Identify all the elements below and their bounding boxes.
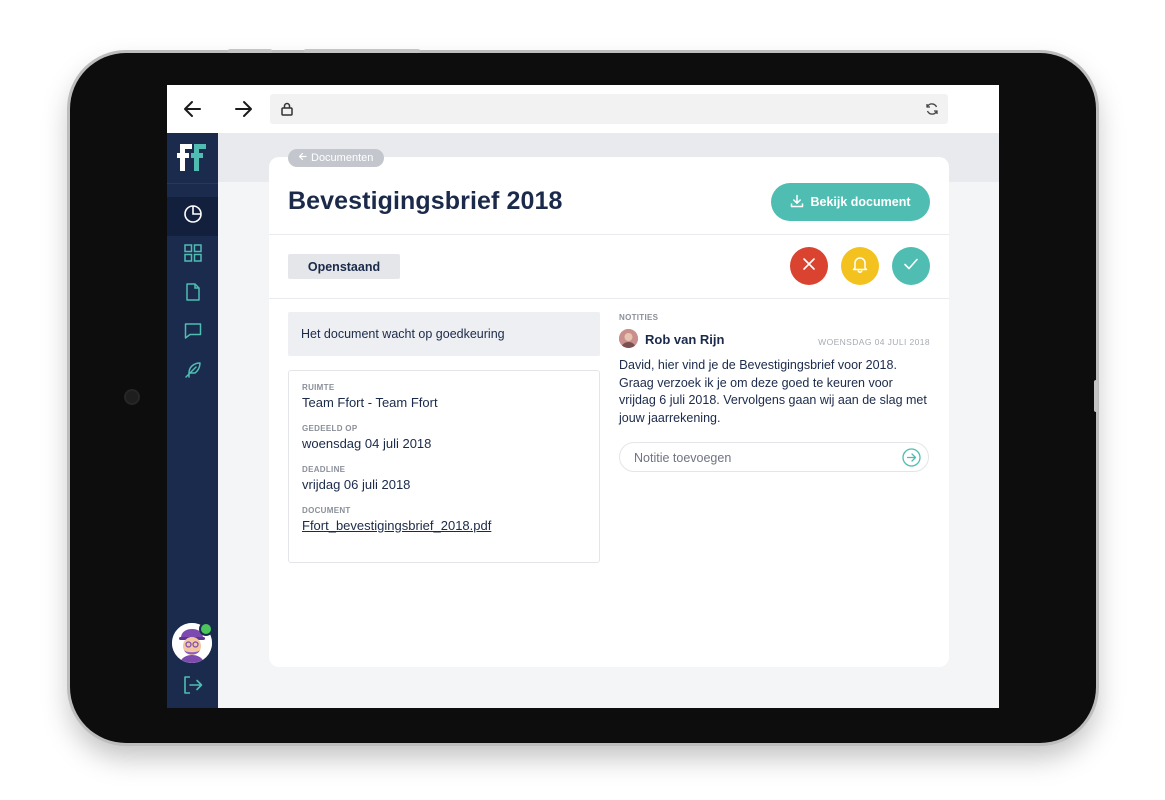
browser-bar (167, 85, 999, 133)
grid-icon (183, 243, 203, 268)
ffort-logo-icon[interactable] (177, 141, 209, 175)
note-input[interactable] (632, 447, 896, 469)
close-icon (802, 257, 816, 276)
chat-bubble-icon (183, 321, 203, 346)
lock-icon (280, 101, 294, 117)
detail-value-space: Team Ffort - Team Ffort (302, 395, 438, 410)
tablet-button-side (1094, 380, 1098, 412)
note-author: Rob van Rijn (645, 332, 725, 347)
logout-icon[interactable] (180, 673, 206, 697)
view-document-label: Bekijk document (810, 195, 911, 209)
bell-icon (851, 255, 869, 278)
status-info-box: Het document wacht op goedkeuring (288, 312, 600, 356)
sidebar-item-feather[interactable] (167, 353, 218, 392)
sidebar-item-dashboard[interactable] (167, 197, 218, 236)
notes-label: NOTITIES (619, 313, 659, 322)
header-divider (269, 234, 949, 235)
detail-value-deadline: vrijdag 06 juli 2018 (302, 477, 411, 492)
reload-icon[interactable] (924, 101, 940, 117)
detail-label-shared: GEDEELD OP (302, 424, 358, 433)
tablet-camera (126, 391, 138, 403)
note-input-container (619, 442, 929, 472)
document-details: RUIMTE Team Ffort - Team Ffort GEDEELD O… (288, 370, 600, 563)
status-badge: Openstaand (288, 254, 400, 279)
sidebar-item-spaces[interactable] (167, 236, 218, 275)
url-bar[interactable] (270, 94, 948, 124)
user-avatar[interactable] (172, 622, 213, 663)
remind-button[interactable] (841, 247, 879, 285)
tablet-button-top-1 (228, 49, 272, 53)
breadcrumb-back-button[interactable]: Documenten (288, 149, 385, 167)
detail-label-deadline: DEADLINE (302, 465, 346, 474)
online-status-dot (199, 622, 213, 636)
note-body: David, hier vind je de Bevestigingsbrief… (619, 358, 927, 425)
arrow-left-icon[interactable] (179, 97, 207, 121)
detail-value-shared: woensdag 04 juli 2018 (302, 436, 432, 451)
pie-chart-icon (183, 204, 203, 229)
document-file-link[interactable]: Ffort_bevestigingsbrief_2018.pdf (302, 518, 491, 533)
detail-value-document-wrap: Ffort_bevestigingsbrief_2018.pdf (302, 518, 586, 533)
actions-divider (269, 298, 949, 299)
download-icon (790, 194, 804, 211)
page-title: Bevestigingsbrief 2018 (288, 187, 563, 215)
document-card: Bevestigingsbrief 2018 Bekijk document O… (269, 157, 949, 667)
send-arrow-icon[interactable] (902, 448, 921, 467)
note-date: WOENSDAG 04 JULI 2018 (818, 337, 930, 347)
detail-label-document: DOCUMENT (302, 506, 351, 515)
approve-button[interactable] (892, 247, 930, 285)
tablet-button-top-2 (304, 49, 420, 53)
sidebar-item-messages[interactable] (167, 314, 218, 353)
feather-icon (183, 360, 203, 385)
sidebar (167, 133, 218, 708)
detail-label-space: RUIMTE (302, 383, 335, 392)
note-author-avatar (619, 329, 638, 348)
arrow-left-small-icon (298, 149, 307, 167)
breadcrumb-label: Documenten (311, 152, 374, 164)
sidebar-separator (167, 183, 218, 184)
screen: Documenten Bevestigingsbrief 2018 Bekijk… (167, 85, 999, 708)
reject-button[interactable] (790, 247, 828, 285)
document-icon (183, 282, 203, 307)
arrow-right-icon[interactable] (229, 97, 257, 121)
check-icon (903, 257, 919, 276)
sidebar-item-documents[interactable] (167, 275, 218, 314)
view-document-button[interactable]: Bekijk document (771, 183, 930, 221)
